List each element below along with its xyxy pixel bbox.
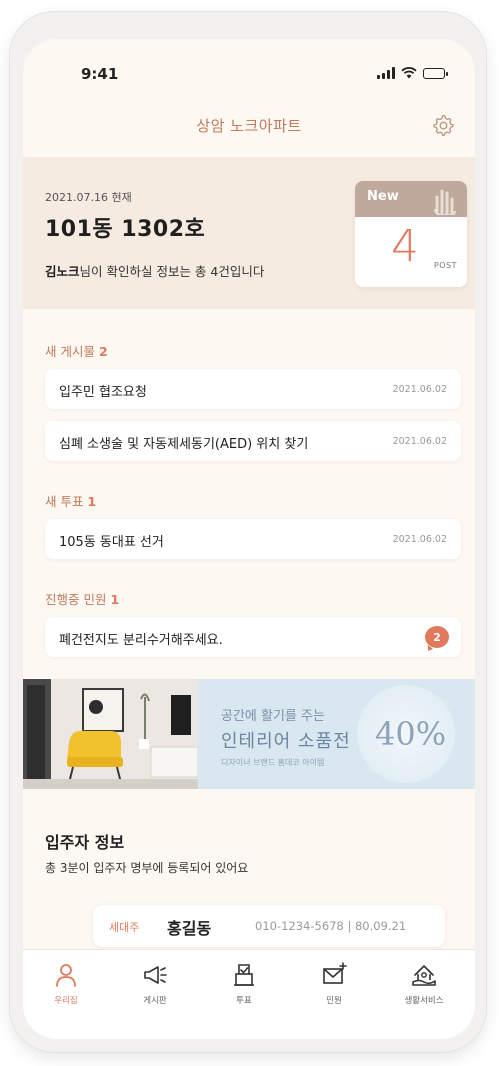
interior-photo: [23, 679, 198, 789]
tab-label: 민원: [326, 996, 342, 1006]
list-item[interactable]: 입주민 협조요청 2021.06.02: [45, 369, 461, 409]
summary-message: 김노크님이 확인하실 정보는 총 4건입니다: [45, 261, 264, 280]
hand-icon: [434, 189, 456, 215]
banner-line3: 디자이너 브랜드 홈데코 아이템: [221, 758, 325, 767]
tab-life-service[interactable]: 생활서비스: [389, 962, 459, 1006]
list-item-label: 입주민 협조요청: [59, 385, 147, 400]
resident-name: 홍길동: [167, 919, 212, 938]
section-count: 1: [110, 592, 120, 607]
status-time: 9:41: [81, 65, 119, 83]
list-item-label: 심폐 소생술 및 자동제세동기(AED) 위치 찾기: [59, 437, 309, 452]
section-count: 1: [87, 494, 97, 509]
promo-banner[interactable]: 공간에 활기를 주는 인테리어 소품전 디자이너 브랜드 홈데코 아이템 40%: [23, 679, 475, 789]
section-count: 2: [98, 344, 108, 359]
new-post-card[interactable]: New 4 POST: [355, 181, 467, 287]
battery-icon: [423, 68, 448, 79]
list-item[interactable]: 심폐 소생술 및 자동제세동기(AED) 위치 찾기 2021.06.02: [45, 421, 461, 461]
tab-label: 투표: [236, 996, 252, 1006]
tab-vote[interactable]: 투표: [209, 962, 279, 1006]
list-item[interactable]: 105동 동대표 선거 2021.06.02: [45, 519, 461, 559]
section-title-new-votes: 새 투표 1: [45, 491, 96, 510]
list-item-date: 2021.06.02: [392, 436, 447, 447]
app-screen: 9:41 상암 노크아파트 2021.07.16 현재 101동 1302호 김…: [23, 39, 475, 1039]
signal-icon: [377, 67, 395, 79]
wifi-icon: [401, 67, 417, 79]
new-post-count: 4: [391, 221, 419, 272]
post-label: POST: [433, 261, 457, 270]
new-post-card-header: New: [355, 181, 467, 217]
section-title-text: 진행중 민원: [45, 592, 107, 607]
summary-date: 2021.07.16 현재: [45, 191, 132, 204]
app-header: 상암 노크아파트: [23, 99, 475, 157]
home-service-icon: [412, 965, 436, 986]
new-label: New: [367, 189, 399, 204]
tab-complaint[interactable]: 민원: [299, 962, 369, 1006]
summary-card: 2021.07.16 현재 101동 1302호 김노크님이 확인하실 정보는 …: [23, 157, 475, 309]
tab-label: 게시판: [143, 996, 167, 1006]
list-item-date: 2021.06.02: [392, 534, 447, 545]
tab-board[interactable]: 게시판: [120, 962, 190, 1006]
residents-title: 입주자 정보: [45, 833, 125, 852]
person-icon: [56, 964, 76, 987]
user-name: 김노크: [45, 264, 80, 279]
summary-message-text: 님이 확인하실 정보는 총 4건입니다: [79, 264, 265, 279]
tab-label: 우리집: [54, 996, 78, 1006]
section-title-text: 새 게시물: [45, 344, 95, 359]
list-item[interactable]: 폐건전지도 분리수거해주세요. 2: [45, 617, 461, 657]
megaphone-icon: [144, 966, 167, 984]
tab-label: 생활서비스: [404, 996, 444, 1006]
resident-role: 세대주: [109, 921, 140, 934]
list-item-date: 2021.06.02: [392, 384, 447, 395]
ballot-box-icon: [234, 964, 254, 986]
resident-info: 010-1234-5678 | 80.09.21: [255, 919, 407, 933]
bottom-nav: 우리집 게시판 투표 민원 생활서비스: [23, 949, 475, 1039]
resident-card[interactable]: 세대주 홍길동 010-1234-5678 | 80.09.21: [93, 905, 445, 947]
tab-home[interactable]: 우리집: [31, 962, 101, 1006]
banner-discount: 40%: [375, 715, 447, 753]
section-title-complaints: 진행중 민원 1: [45, 589, 119, 608]
list-item-label: 폐건전지도 분리수거해주세요.: [59, 633, 223, 648]
mail-icon: [323, 962, 347, 984]
phone-frame: 9:41 상암 노크아파트 2021.07.16 현재 101동 1302호 김…: [10, 12, 486, 1052]
status-icons: [377, 67, 448, 79]
status-bar: 9:41: [23, 39, 475, 99]
comment-badge: 2: [425, 626, 449, 651]
page-title: 상암 노크아파트: [196, 117, 302, 135]
banner-line1: 공간에 활기를 주는: [221, 709, 325, 724]
list-item-label: 105동 동대표 선거: [59, 535, 164, 550]
section-title-text: 새 투표: [45, 494, 84, 509]
unit-number: 101동 1302호: [45, 217, 206, 242]
gear-icon[interactable]: [431, 113, 455, 137]
residents-subtitle: 총 3분이 입주자 명부에 등록되어 있어요: [45, 861, 249, 875]
section-title-new-posts: 새 게시물 2: [45, 341, 108, 360]
banner-line2: 인테리어 소품전: [221, 731, 351, 752]
